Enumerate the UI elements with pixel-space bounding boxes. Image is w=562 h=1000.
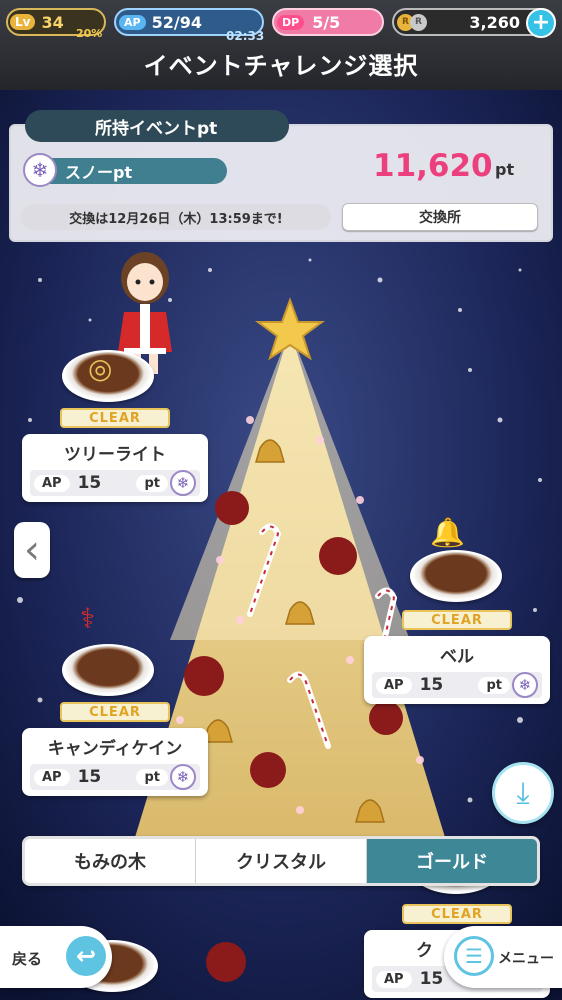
clear-badge: CLEAR <box>60 702 170 722</box>
stage-cost-row: AP 15 pt ❄ <box>30 764 200 790</box>
menu-list-icon: ☰ <box>454 936 494 976</box>
stage-plate <box>62 644 154 696</box>
point-value: 11,620 <box>373 148 493 184</box>
add-coin-button[interactable]: + <box>526 8 556 38</box>
tab-gold[interactable]: ゴールド <box>367 839 537 883</box>
stage-card: キャンディケイン AP 15 pt ❄ <box>22 728 208 796</box>
stage-card: ツリーライト AP 15 pt ❄ <box>22 434 208 502</box>
snowflake-icon: ❄ <box>512 672 538 698</box>
coin-indicator: R R 3,260 + <box>392 8 556 38</box>
stage-name: ベル <box>440 647 474 667</box>
exchange-deadline: 交換は12月26日（木）13:59まで! <box>21 204 331 230</box>
status-bar: Lv 34 20% AP 52/94 02:33 DP 5/5 R R 3,26… <box>0 0 562 90</box>
menu-button[interactable]: ☰ メニュー <box>444 926 562 988</box>
tree-type-tabs: もみの木 クリスタル ゴールド <box>22 836 540 886</box>
light-string-icon: ◎ <box>88 352 113 385</box>
ap-label: AP <box>119 14 146 30</box>
panel-heading: 所持イベントpt <box>25 110 289 142</box>
ap-cost: 15 <box>77 473 102 493</box>
dp-indicator: DP 5/5 <box>272 8 384 36</box>
pt-label: pt <box>136 768 168 786</box>
ap-cost: 15 <box>77 767 102 787</box>
clear-badge: CLEAR <box>402 610 512 630</box>
exchange-shop-button[interactable]: 交換所 <box>342 203 538 231</box>
back-button[interactable]: 戻る ↩ <box>0 926 112 988</box>
ap-timer: 02:33 <box>226 29 265 43</box>
point-name: スノーpt <box>43 158 227 184</box>
candy-cane-icon: ⚕ <box>80 602 96 635</box>
ap-cost: 15 <box>419 969 444 989</box>
pt-label: pt <box>136 474 168 492</box>
event-point-panel: 所持イベントpt ❄ スノーpt 11,620 pt 交換は12月26日（木）1… <box>9 110 553 242</box>
bell-icon: 🔔 <box>430 516 465 549</box>
ap-label: AP <box>376 970 412 988</box>
pt-label: pt <box>478 676 510 694</box>
back-arrow-icon: ↩ <box>66 936 106 976</box>
clear-badge: CLEAR <box>60 408 170 428</box>
coin-value: 3,260 <box>469 12 520 32</box>
point-unit: pt <box>495 160 515 179</box>
menu-label: メニュー <box>498 951 554 967</box>
stage-name: ツリーライト <box>64 445 166 465</box>
back-label: 戻る <box>12 950 43 968</box>
ap-label: AP <box>34 474 70 492</box>
stage-cost-row: AP 15 pt ❄ <box>30 470 200 496</box>
tab-crystal[interactable]: クリスタル <box>196 839 367 883</box>
stage-cost-row: AP 15 pt ❄ <box>372 672 542 698</box>
clear-badge: CLEAR <box>402 904 512 924</box>
ap-cost: 15 <box>419 675 444 695</box>
stage-plate <box>410 550 502 602</box>
ap-label: AP <box>34 768 70 786</box>
download-icon[interactable]: ⤓ <box>492 762 554 824</box>
ap-label: AP <box>376 676 412 694</box>
previous-page-button[interactable]: ‹ <box>14 522 50 578</box>
dp-value: 5/5 <box>312 12 341 32</box>
ap-value: 52/94 <box>151 12 202 32</box>
level-value: 34 <box>41 12 64 32</box>
level-progress: 20% <box>76 27 103 40</box>
tab-fir[interactable]: もみの木 <box>25 839 196 883</box>
dp-label: DP <box>277 14 305 30</box>
snowflake-icon: ❄ <box>23 153 57 187</box>
stage-name: キャンディケイン <box>47 739 183 759</box>
page-title: イベントチャレンジ選択 <box>143 52 419 80</box>
snowflake-icon: ❄ <box>170 764 196 790</box>
snowflake-icon: ❄ <box>170 470 196 496</box>
silver-coin-icon: R <box>410 13 427 31</box>
stage-card: ベル AP 15 pt ❄ <box>364 636 550 704</box>
level-label: Lv <box>10 14 36 30</box>
